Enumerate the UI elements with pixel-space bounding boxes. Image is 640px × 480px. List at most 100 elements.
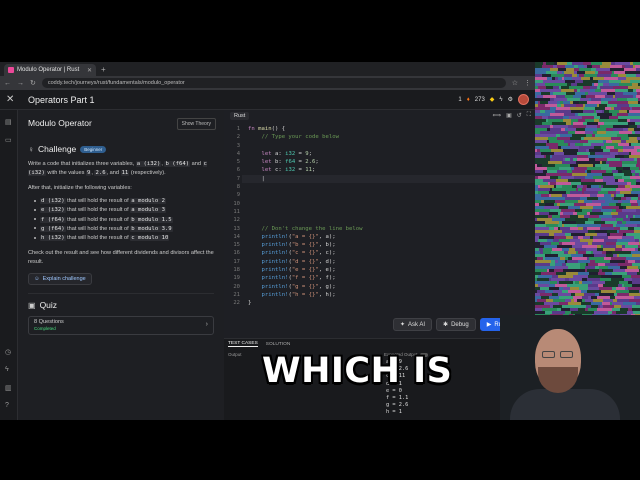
line-number: 7 [236,175,240,182]
tab-solution[interactable]: SOLUTION [266,342,291,347]
line-number: 14 [233,233,240,240]
letterbox-top [0,0,640,62]
line-number: 5 [236,159,240,166]
line-number: 19 [233,275,240,282]
bolt-icon[interactable]: ϟ [5,366,9,373]
output-line: g = 2.6 [386,402,409,409]
quiz-icon: ▣ [28,300,36,310]
editor-language-tab[interactable]: Rust [230,111,250,120]
fullscreen-icon[interactable]: ⛶ [527,112,531,119]
bookmark-star-icon[interactable]: ☆ [512,79,518,87]
divider [28,293,214,295]
save-icon[interactable]: ▣ [506,112,512,119]
format-icon[interactable]: ⟺ [492,112,501,119]
quiz-heading: Quiz [39,300,58,311]
line-number: 8 [236,184,240,191]
book-open-icon[interactable]: ▥ [5,384,12,392]
code-line: println!("g = {}", g); [261,283,336,290]
line-number: 17 [233,258,240,265]
line-number: 22 [233,300,240,307]
variable-list: d (i32) that will hold the result of a m… [28,197,214,243]
glasses-left [542,351,555,358]
challenge-intro: Write a code that initializes three vari… [28,161,207,176]
code-line: println!("f = {}", f); [261,275,336,282]
code-line: println!("a = {}", a); [261,233,336,240]
line-number: 9 [236,192,240,199]
code-line: } [248,300,252,307]
browser-menu-icon[interactable]: ⋮ [524,79,531,87]
icon-rail: ▤ ▭ ◷ ϟ ▥ ? [0,110,18,420]
close-icon[interactable]: ✕ [6,94,22,105]
reset-icon[interactable]: ↺ [517,112,522,119]
line-number: 12 [233,217,240,224]
reload-icon[interactable]: ↻ [30,79,36,87]
line-number: 11 [233,208,240,215]
code-content[interactable]: fn main() { // Type your code below let … [248,125,363,308]
tab-test-cases[interactable]: TEST CASES [228,341,258,347]
new-tab-button[interactable]: + [101,64,106,76]
quiz-question-count: 8 Questions [34,319,64,326]
ask-ai-button[interactable]: ✦ Ask AI [393,318,433,331]
code-editor[interactable]: Rust ⟺ ▣ ↺ ⛶ 1 2 3 4 5 6 7 8 9 10 11 12 13 14 15 16 17 18… [224,110,535,338]
code-line: println!("b = {}", b); [261,242,336,249]
line-number: 21 [233,291,240,298]
line-number: 1 [236,126,240,132]
challenge-panel: Modulo Operator Show Theory ♀ Challenge … [18,110,224,420]
settings-gear-icon[interactable]: ⚙ [508,96,513,103]
challenge-after-text: After that, initialize the following var… [28,185,132,191]
difficulty-badge: Beginner [80,145,107,153]
letterbox-bottom [0,420,640,480]
quiz-card[interactable]: 8 Questions Completed › [28,316,214,336]
book-icon[interactable]: ▤ [5,118,12,126]
address-bar: ← → ↻ coddy.tech/journeys/rust/fundament… [0,76,535,90]
editor-toolbar: ⟺ ▣ ↺ ⛶ [492,112,531,119]
line-number: 16 [233,250,240,257]
line-number: 15 [233,242,240,249]
bug-icon: ✱ [443,322,449,328]
check-out-text: Check out the result and see how differe… [28,250,214,266]
line-number: 3 [236,142,240,149]
quiz-status: Completed [34,326,56,332]
show-theory-button[interactable]: Show Theory [176,118,216,130]
line-number: 18 [233,267,240,274]
streak-count: 1 [458,96,462,103]
history-icon[interactable]: ◷ [5,348,11,356]
code-line: | [248,175,265,182]
code-line: println!("h = {}", h); [261,291,336,298]
browser-tab[interactable]: Modulo Operator | Rust ✕ [4,64,96,76]
debug-button[interactable]: ✱ Debug [436,318,476,331]
user-avatar[interactable] [518,94,529,105]
help-icon[interactable]: ? [5,402,9,409]
editor-actions: ✦ Ask AI ✱ Debug ▶ Ru [393,318,510,331]
line-number-gutter: 1 2 3 4 5 6 7 8 9 10 11 12 13 14 15 16 17 18 19 20 21 22 [224,125,242,308]
gem-icon: ◆ [489,97,495,103]
code-line: println!("d = {}", d); [261,258,336,265]
code-line: // Don't change the line below [261,225,363,232]
back-icon[interactable]: ← [4,80,11,87]
tab-strip: Modulo Operator | Rust ✕ + [0,62,535,76]
list-item: e (i32) that will hold the result of a m… [34,206,214,215]
line-number: 10 [233,200,240,207]
line-number: 4 [236,150,240,157]
glasses-right [560,351,573,358]
url-input[interactable]: coddy.tech/journeys/rust/fundamentals/mo… [41,78,506,88]
webcam-overlay [500,315,640,420]
document-icon[interactable]: ▭ [5,136,12,144]
tab-close-icon[interactable]: ✕ [87,67,92,74]
list-item: f (f64) that will hold the result of b m… [34,216,214,225]
code-line: let c: i32 = 11; [261,167,316,174]
line-number: 13 [233,225,240,232]
forward-icon[interactable]: → [17,80,24,87]
lightning-icon[interactable]: ϟ [499,97,502,103]
line-number: 6 [236,167,240,174]
video-caption: WHICH IS [262,351,453,391]
list-item: d (i32) that will hold the result of a m… [34,197,214,206]
explain-challenge-button[interactable]: ☺ Explain challenge [28,273,92,286]
robot-icon: ☺ [34,276,40,283]
gems-count: 273 [474,96,485,103]
